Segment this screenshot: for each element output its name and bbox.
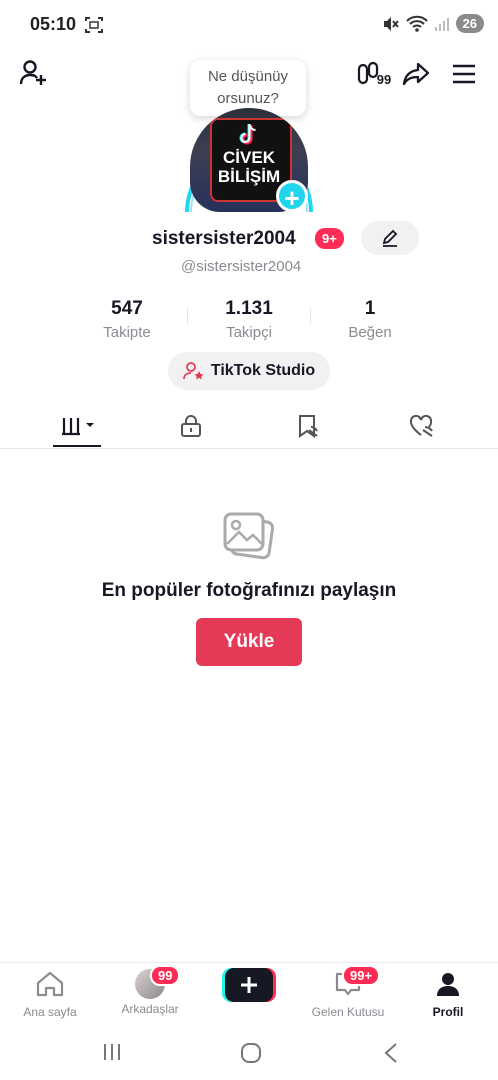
tooltip-line1: Ne düşünüy	[207, 68, 289, 85]
nav-friends[interactable]: Arkadaşlar 99	[100, 965, 200, 1016]
nav-home-label: Ana sayfa	[23, 1005, 77, 1019]
friends-badge: 99	[150, 965, 181, 986]
studio-icon	[182, 362, 204, 380]
bookmark-hidden-icon	[299, 415, 318, 438]
wifi-icon	[405, 15, 428, 32]
profile-icon	[437, 973, 459, 996]
tab-saved[interactable]	[258, 404, 358, 448]
home-system-icon[interactable]	[240, 1042, 262, 1069]
content-tabs	[0, 404, 498, 449]
inbox-badge: 99+	[342, 965, 381, 986]
status-icons: 26	[382, 14, 484, 33]
stat-followers[interactable]: 1.131 Takipçi	[209, 298, 289, 341]
pencil-icon	[382, 229, 398, 247]
system-nav	[0, 1022, 498, 1080]
upload-button[interactable]: Yükle	[196, 618, 302, 666]
nav-inbox[interactable]: Gelen Kutusu 99+	[298, 965, 398, 1019]
tab-liked[interactable]	[372, 404, 472, 448]
plus-icon	[222, 968, 276, 1002]
add-friend-icon[interactable]	[16, 56, 50, 90]
username-badge[interactable]: 9+	[315, 228, 344, 249]
lock-icon	[181, 415, 201, 437]
stat-following[interactable]: 547 Takipte	[87, 298, 167, 341]
create-button[interactable]	[222, 968, 276, 1002]
nav-friends-label: Arkadaşlar	[121, 1002, 179, 1016]
footprint-icon	[357, 61, 378, 85]
signal-icon	[434, 17, 449, 31]
stat-likes[interactable]: 1 Beğen	[330, 298, 410, 341]
menu-icon[interactable]	[448, 58, 480, 90]
nav-inbox-label: Gelen Kutusu	[311, 1005, 385, 1019]
studio-label: TikTok Studio	[210, 362, 316, 379]
back-icon[interactable]	[382, 1042, 400, 1069]
mute-icon	[383, 16, 399, 31]
footprint-button[interactable]: 99	[354, 58, 394, 90]
tiktok-logo-icon	[235, 122, 263, 146]
edit-profile-button[interactable]	[361, 221, 419, 255]
tab-videos[interactable]	[28, 404, 128, 448]
nav-profile[interactable]: Profil	[398, 971, 498, 1019]
nav-profile-label: Profil	[432, 1005, 464, 1019]
friends-count: 99	[376, 71, 392, 87]
user-handle: @sistersister2004	[181, 258, 302, 275]
photos-icon	[221, 508, 277, 564]
tiktok-studio-button[interactable]: TikTok Studio	[168, 352, 330, 390]
recent-apps-icon[interactable]	[102, 1042, 122, 1067]
active-tab-indicator	[53, 445, 101, 447]
divider	[310, 308, 311, 324]
divider	[187, 308, 188, 324]
status-time: 05:10	[30, 14, 77, 34]
screenshot-icon	[84, 16, 104, 39]
nav-home[interactable]: Ana sayfa	[0, 971, 100, 1019]
battery-level: 26	[455, 14, 484, 33]
add-avatar-button[interactable]: +	[276, 180, 308, 213]
empty-state-title: En popüler fotoğrafınızı paylaşın	[101, 580, 397, 601]
grid-icon	[62, 418, 94, 436]
share-icon[interactable]	[400, 58, 432, 90]
username: sistersister2004	[152, 228, 296, 249]
home-icon	[36, 971, 64, 997]
tab-private[interactable]	[141, 404, 241, 448]
heart-hidden-icon	[409, 414, 433, 437]
